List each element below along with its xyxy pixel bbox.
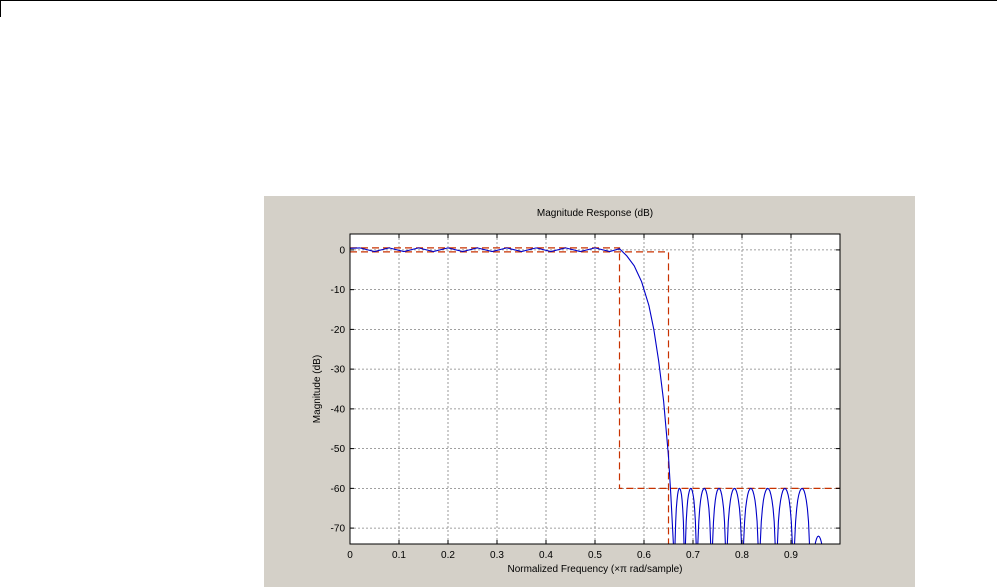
y-tick-label: 0	[339, 245, 345, 256]
y-tick-label: -50	[331, 444, 346, 455]
y-tick-label: -70	[331, 524, 346, 535]
figure-panel: 0 0.1 0.2 0.3 0.4 0.5 0.6 0.7 0.8 0.9 0 -10 -20 -30 -4…	[264, 196, 915, 587]
x-tick-label: 0.1	[392, 550, 406, 561]
magnitude-response-chart: 0 0.1 0.2 0.3 0.4 0.5 0.6 0.7 0.8 0.9 0 -10 -20 -30 -4…	[312, 208, 841, 575]
plot-area	[350, 234, 840, 544]
y-tick-label: -10	[331, 285, 346, 296]
page-top-rule	[0, 0, 997, 1]
x-tick-label: 0.2	[441, 550, 455, 561]
y-tick-label: -20	[331, 325, 346, 336]
chart-title: Magnitude Response (dB)	[537, 208, 653, 219]
y-tick-label: -30	[331, 365, 346, 376]
x-tick-label: 0.6	[637, 550, 651, 561]
x-tick-label: 0	[347, 550, 353, 561]
x-tick-label: 0.3	[490, 550, 504, 561]
y-axis-label: Magnitude (dB)	[312, 355, 323, 423]
y-tick-label: -60	[331, 484, 346, 495]
x-tick-label: 0.8	[735, 550, 749, 561]
x-tick-label: 0.5	[588, 550, 602, 561]
x-tick-label: 0.4	[539, 550, 553, 561]
x-axis-label: Normalized Frequency (×π rad/sample)	[507, 564, 682, 575]
x-tick-label: 0.9	[784, 550, 798, 561]
y-tick-label: -40	[331, 404, 346, 415]
x-tick-label: 0.7	[686, 550, 700, 561]
page-corner-mark	[0, 0, 1, 17]
